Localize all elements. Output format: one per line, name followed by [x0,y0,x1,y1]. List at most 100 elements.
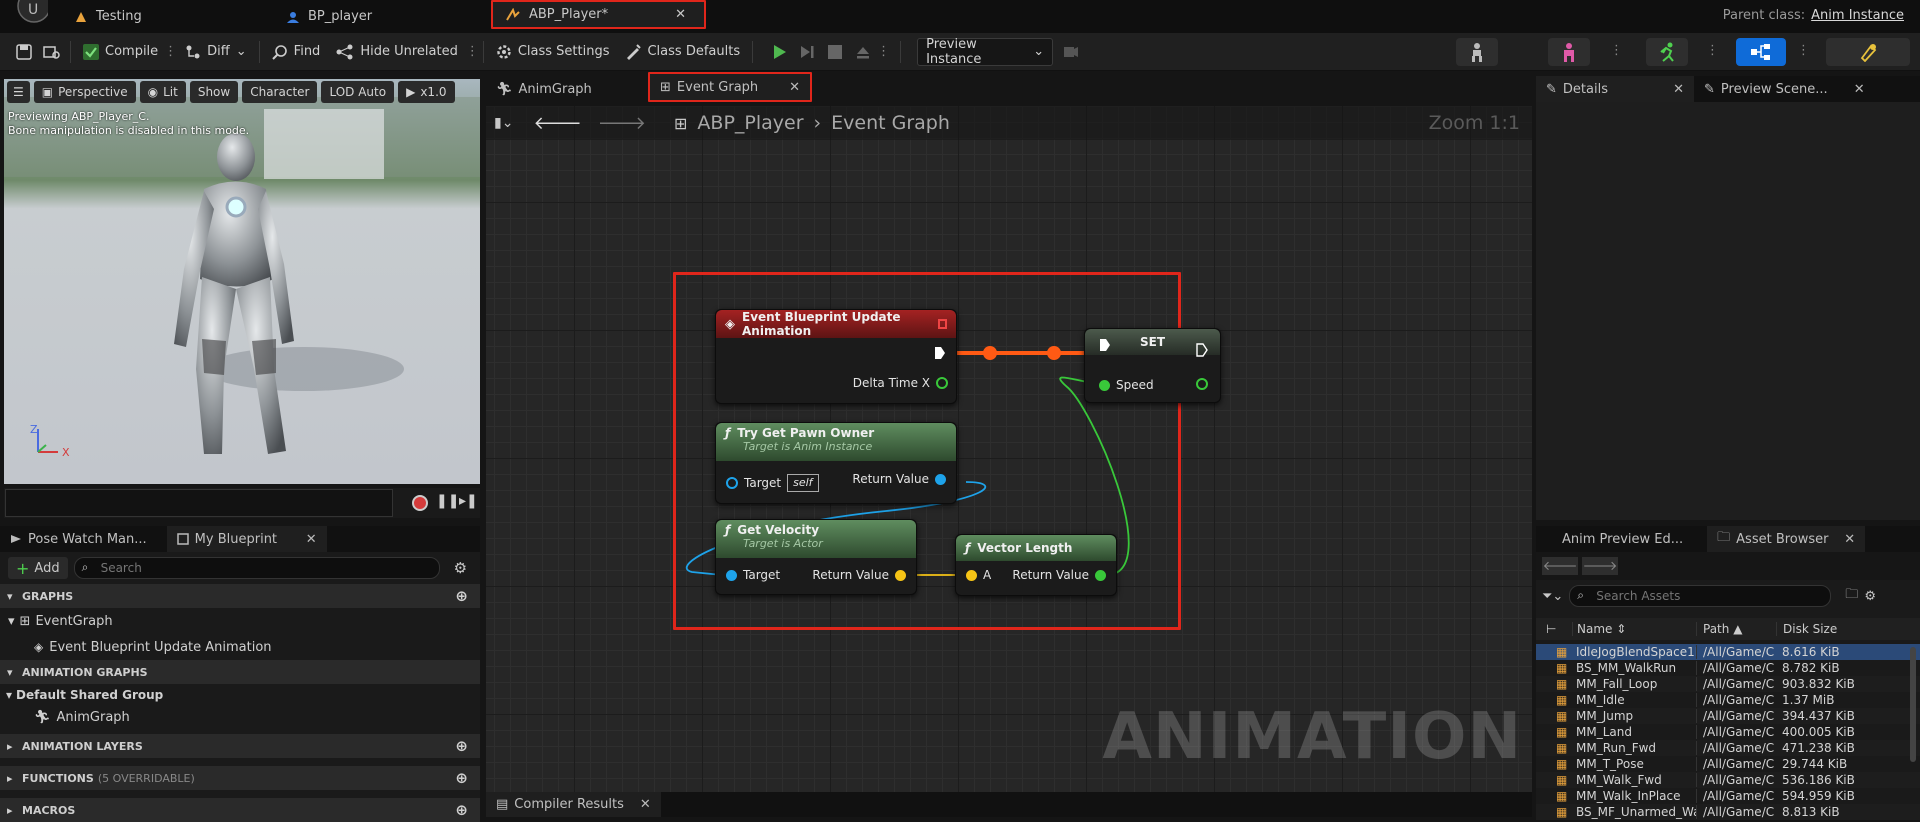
return-value-pin[interactable]: Return Value [812,568,906,582]
close-tab-icon[interactable]: ✕ [675,7,686,22]
exec-out-pin[interactable] [934,346,946,360]
step-icon[interactable] [793,39,821,65]
column-path[interactable]: Path ▲ [1696,622,1776,636]
hide-unrelated-button[interactable]: Hide Unrelated [328,33,466,71]
tree-item-animgraph[interactable]: 🏃︎ AnimGraph [0,706,480,728]
animation-options-icon[interactable]: ⋮ [1706,43,1719,58]
close-tab-icon[interactable]: ✕ [1844,532,1855,547]
close-tab-icon[interactable]: ✕ [1673,82,1684,97]
asset-search-input[interactable] [1569,585,1832,607]
doc-tab-testing[interactable]: Testing [62,0,154,33]
exec-in-pin[interactable] [1099,325,1111,365]
gear-icon[interactable]: ⚙ [1864,589,1876,604]
node-set-speed[interactable]: SET Speed [1084,328,1221,403]
playback-speed-button[interactable]: ▶ x1.0 [398,81,455,103]
delegate-pin-icon[interactable] [938,319,947,329]
close-tab-icon[interactable]: ✕ [1854,82,1865,97]
back-arrow-icon[interactable]: 🡐 [1542,557,1578,575]
asset-row[interactable]: ▦ MM_Walk_Fwd/All/Game/C 536.186 KiB [1536,772,1920,788]
tab-event-graph[interactable]: ⊞ Event Graph ✕ [648,72,812,102]
compile-button[interactable]: Compile [75,33,166,71]
step-forward-icon[interactable]: ▸❚ [459,493,478,509]
a-pin[interactable]: A [966,568,991,582]
physics-mode-button[interactable] [1826,38,1910,66]
tab-details[interactable]: ✎ Details ✕ [1536,76,1694,102]
asset-row[interactable]: ▦ BS_MM_WalkRun/All/Game/C 8.782 KiB [1536,660,1920,676]
close-tab-icon[interactable]: ✕ [306,532,317,547]
hide-unrelated-options-icon[interactable]: ⋮ [466,44,479,59]
animation-mode-button[interactable] [1646,38,1688,66]
tab-compiler-results[interactable]: ▤ Compiler Results ✕ [486,792,661,817]
tab-animgraph[interactable]: 🏃︎ AnimGraph [486,76,602,102]
browse-icon[interactable] [38,39,66,65]
add-layer-icon[interactable]: ⊕ [455,737,468,755]
add-graph-icon[interactable]: ⊕ [455,587,468,605]
compile-options-icon[interactable]: ⋮ [164,44,177,59]
show-button[interactable]: Show [189,81,239,103]
tab-preview-scene[interactable]: ✎ Preview Scene... ✕ [1694,76,1875,102]
viewport-menu-button[interactable]: ☰ [7,81,30,103]
asset-row[interactable]: ▦ MM_Jump/All/Game/C 394.437 KiB [1536,708,1920,724]
asset-row[interactable]: ▦ MM_Run_Fwd/All/Game/C 471.238 KiB [1536,740,1920,756]
perspective-button[interactable]: ▣ Perspective [33,81,136,103]
event-graph-canvas[interactable]: ▮⌄ 🡐 🡒 ⊞ ABP_Player › Event Graph Zoom 1… [486,106,1532,792]
close-tab-icon[interactable]: ✕ [640,797,651,812]
preview-viewport[interactable]: Z X Previewing ABP_Player_C. Bone manipu… [4,79,480,484]
doc-tab-bp-player[interactable]: BP_player [274,0,384,33]
node-get-velocity[interactable]: ƒ Get Velocity Target is Actor Target Ret… [715,519,917,595]
class-defaults-button[interactable]: Class Defaults [617,33,748,71]
parent-class-link[interactable]: Anim Instance [1811,8,1904,23]
node-event-update-animation[interactable]: ◈ Event Blueprint Update Animation Delta… [715,309,957,404]
close-tab-icon[interactable]: ✕ [789,80,800,95]
node-try-get-pawn-owner[interactable]: ƒ Try Get Pawn Owner Target is Anim Insta… [715,422,957,504]
mesh-mode-button[interactable] [1548,38,1590,66]
asset-row[interactable]: ▦BS_MF_Unarmed_Walk/All/Game/C8.813 KiB [1536,804,1920,820]
character-button[interactable]: Character [242,81,318,103]
tree-item-eventgraph[interactable]: ▾ ⊞ EventGraph [0,608,480,634]
filter-icon[interactable]: ⏷⌄ [1542,589,1563,604]
section-macros[interactable]: ▸ MACROS ⊕ [0,798,480,822]
return-value-pin[interactable]: Return Value [852,472,946,486]
asset-row[interactable]: ▦ MM_Land/All/Game/C 400.005 KiB [1536,724,1920,740]
blueprint-options-icon[interactable]: ⋮ [1797,43,1810,58]
tab-asset-browser[interactable]: 🗀 Asset Browser ✕ [1707,526,1866,552]
speed-out-pin[interactable] [1196,378,1208,390]
node-vector-length[interactable]: ƒ Vector Length A Return Value [955,534,1117,596]
search-input[interactable] [73,557,440,579]
section-animation-graphs[interactable]: ▾ ANIMATION GRAPHS [0,660,480,684]
self-field[interactable]: self [787,474,819,492]
tab-pose-watch[interactable]: Pose Watch Man... [0,526,157,552]
find-button[interactable]: Find [264,33,329,71]
asset-row[interactable]: ▦ MM_Fall_Loop/All/Game/C 903.832 KiB [1536,676,1920,692]
tree-item-default-group[interactable]: ▾ Default Shared Group [0,684,480,706]
asset-row[interactable]: ▦ MM_Walk_InPlace/All/Game/C 594.959 KiB [1536,788,1920,804]
asset-row[interactable]: ▦ IdleJogBlendSpace1D/All/Game/C 8.616 KiB [1536,644,1920,660]
column-size[interactable]: Disk Size [1776,622,1862,636]
section-animation-layers[interactable]: ▸ ANIMATION LAYERS ⊕ [0,734,480,758]
asset-scrollbar[interactable] [1910,647,1916,762]
tree-view-icon[interactable]: ⊢ [1536,622,1572,636]
add-button[interactable]: + Add [8,557,68,579]
timeline-scrubber[interactable] [5,489,393,517]
blueprint-mode-button[interactable] [1736,38,1786,66]
lod-button[interactable]: LOD Auto [321,81,395,103]
debug-filter-icon[interactable] [1057,39,1085,65]
exec-out-pin[interactable] [1196,343,1208,357]
doc-tab-abp-player[interactable]: ABP_Player* ✕ [491,0,706,29]
add-macro-icon[interactable]: ⊕ [455,801,468,819]
target-pin[interactable]: Target [726,568,780,582]
preview-instance-dropdown[interactable]: Preview Instance ⌄ [917,37,1054,67]
lit-button[interactable]: ◉ Lit [139,81,186,103]
pause-icon[interactable]: ❚❚ [436,493,459,509]
unreal-logo-icon[interactable]: U [8,0,48,28]
play-options-icon[interactable]: ⋮ [877,44,890,59]
tab-my-blueprint[interactable]: My Blueprint ✕ [166,526,327,552]
target-pin[interactable]: Target self [726,474,819,492]
mesh-options-icon[interactable]: ⋮ [1610,43,1623,58]
asset-row[interactable]: ▦ MM_T_Pose/All/Game/C 29.744 KiB [1536,756,1920,772]
forward-arrow-icon[interactable]: 🡒 [1582,557,1618,575]
speed-in-pin[interactable]: Speed [1099,378,1154,392]
delta-time-pin[interactable]: Delta Time X [853,376,948,390]
section-functions[interactable]: ▸ FUNCTIONS (5 OVERRIDABLE) ⊕ [0,766,480,790]
add-function-icon[interactable]: ⊕ [455,769,468,787]
